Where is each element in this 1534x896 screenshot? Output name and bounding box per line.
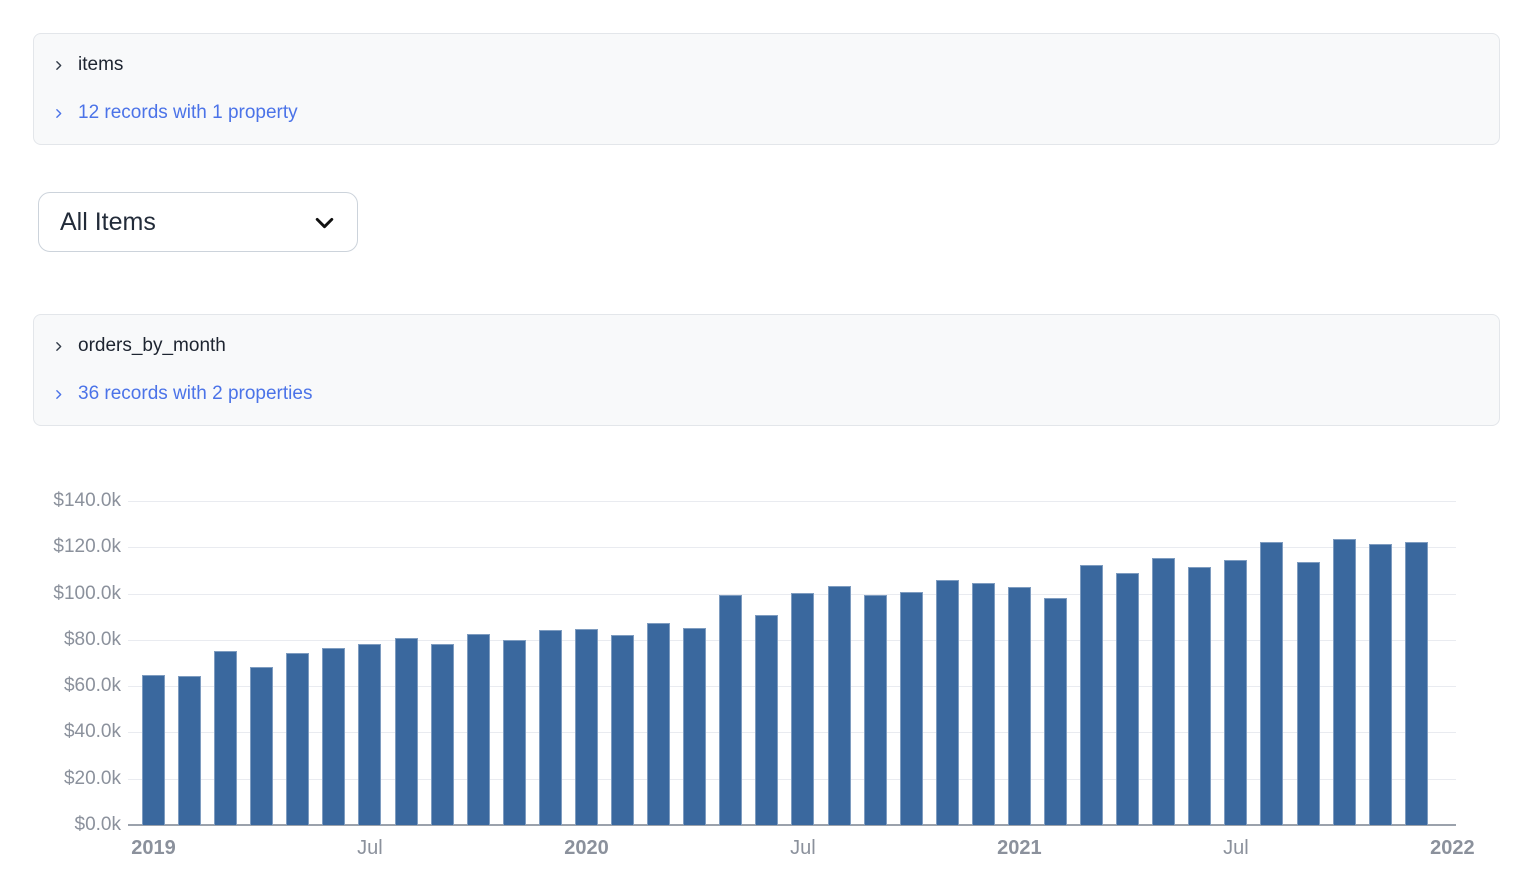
bar-2020-03[interactable]: [647, 622, 671, 825]
bar-2021-04[interactable]: [1116, 572, 1140, 825]
bar-2021-06[interactable]: [1188, 567, 1212, 825]
bar-2021-05[interactable]: [1152, 557, 1176, 825]
y-axis-tick-label: $120.0k: [53, 536, 121, 558]
bar-2021-02[interactable]: [1044, 598, 1067, 825]
bar-2021-09[interactable]: [1296, 561, 1320, 825]
bar-2020-07[interactable]: [791, 592, 815, 825]
items-select-value: All Items: [60, 207, 156, 236]
y-axis-tick-label: $60.0k: [63, 675, 121, 697]
x-axis-tick-label: 2022: [1430, 837, 1475, 859]
x-axis-tick-label: 2021: [997, 837, 1042, 859]
bar-2020-04[interactable]: [683, 628, 707, 825]
chevron-right-icon: [52, 340, 65, 353]
gridline: [128, 501, 1456, 502]
records-link-label: 36 records with 2 properties: [78, 383, 313, 404]
query-panel-items: items 12 records with 1 property: [33, 33, 1500, 145]
x-axis-tick-label: Jul: [790, 837, 816, 859]
records-link-orders[interactable]: 36 records with 2 properties: [52, 380, 1481, 408]
bar-2019-09[interactable]: [430, 644, 454, 825]
x-axis-tick-label: 2019: [131, 837, 176, 859]
bar-2019-01[interactable]: [142, 674, 165, 825]
bar-2020-12[interactable]: [971, 582, 995, 825]
bar-2019-02[interactable]: [178, 675, 202, 825]
bar-2021-11[interactable]: [1368, 543, 1392, 825]
x-axis-tick-label: Jul: [1223, 837, 1249, 859]
bar-2021-08[interactable]: [1260, 541, 1284, 825]
query-panel-orders-by-month: orders_by_month 36 records with 2 proper…: [33, 314, 1500, 426]
bar-2019-11[interactable]: [502, 639, 526, 825]
y-axis-tick-label: $20.0k: [63, 767, 121, 789]
query-toggle-orders-by-month[interactable]: orders_by_month: [52, 332, 1481, 360]
bar-2019-05[interactable]: [286, 653, 310, 825]
bar-2019-03[interactable]: [214, 650, 238, 825]
y-axis-tick-label: $0.0k: [74, 814, 121, 835]
bar-2020-05[interactable]: [719, 594, 743, 825]
items-select[interactable]: All Items: [38, 192, 358, 252]
bar-2021-07[interactable]: [1224, 559, 1248, 825]
gridline: [128, 547, 1456, 549]
query-toggle-items[interactable]: items: [52, 51, 1481, 79]
chevron-right-icon: [52, 107, 65, 120]
bar-2021-12[interactable]: [1404, 541, 1428, 825]
x-axis-tick-label: 2020: [564, 837, 609, 859]
bar-2019-08[interactable]: [394, 637, 418, 825]
orders-bar-chart: $0.0k $20.0k $40.0k $60.0k $80.0k $100.0k $120…: [0, 461, 1534, 891]
bar-2020-10[interactable]: [899, 592, 923, 825]
bar-2021-01[interactable]: [1007, 587, 1031, 825]
bar-2020-08[interactable]: [827, 586, 851, 825]
bar-2020-06[interactable]: [755, 615, 779, 825]
page: items 12 records with 1 property All Ite…: [0, 0, 1534, 896]
x-axis-tick-label: Jul: [357, 837, 383, 859]
bar-2019-06[interactable]: [322, 648, 346, 825]
bar-2019-04[interactable]: [250, 667, 274, 825]
bar-2019-12[interactable]: [538, 630, 562, 825]
bar-2019-07[interactable]: [358, 643, 382, 825]
query-title: orders_by_month: [78, 335, 226, 356]
bar-2020-01[interactable]: [574, 628, 598, 825]
bar-2020-02[interactable]: [611, 635, 635, 825]
chevron-down-icon: [312, 210, 337, 235]
y-axis-tick-label: $140.0k: [53, 490, 121, 511]
bar-2020-09[interactable]: [863, 594, 887, 825]
bar-2019-10[interactable]: [466, 633, 490, 825]
query-title: items: [78, 54, 124, 75]
bar-2020-11[interactable]: [935, 579, 959, 825]
y-axis-tick-label: $40.0k: [63, 721, 121, 743]
records-link-label: 12 records with 1 property: [78, 102, 298, 123]
bar-2021-03[interactable]: [1080, 564, 1104, 825]
y-axis-tick-label: $100.0k: [53, 582, 121, 604]
chevron-right-icon: [52, 59, 65, 72]
bar-2021-10[interactable]: [1332, 539, 1356, 825]
y-axis-tick-label: $80.0k: [63, 628, 121, 650]
chevron-right-icon: [52, 388, 65, 401]
records-link-items[interactable]: 12 records with 1 property: [52, 99, 1481, 127]
